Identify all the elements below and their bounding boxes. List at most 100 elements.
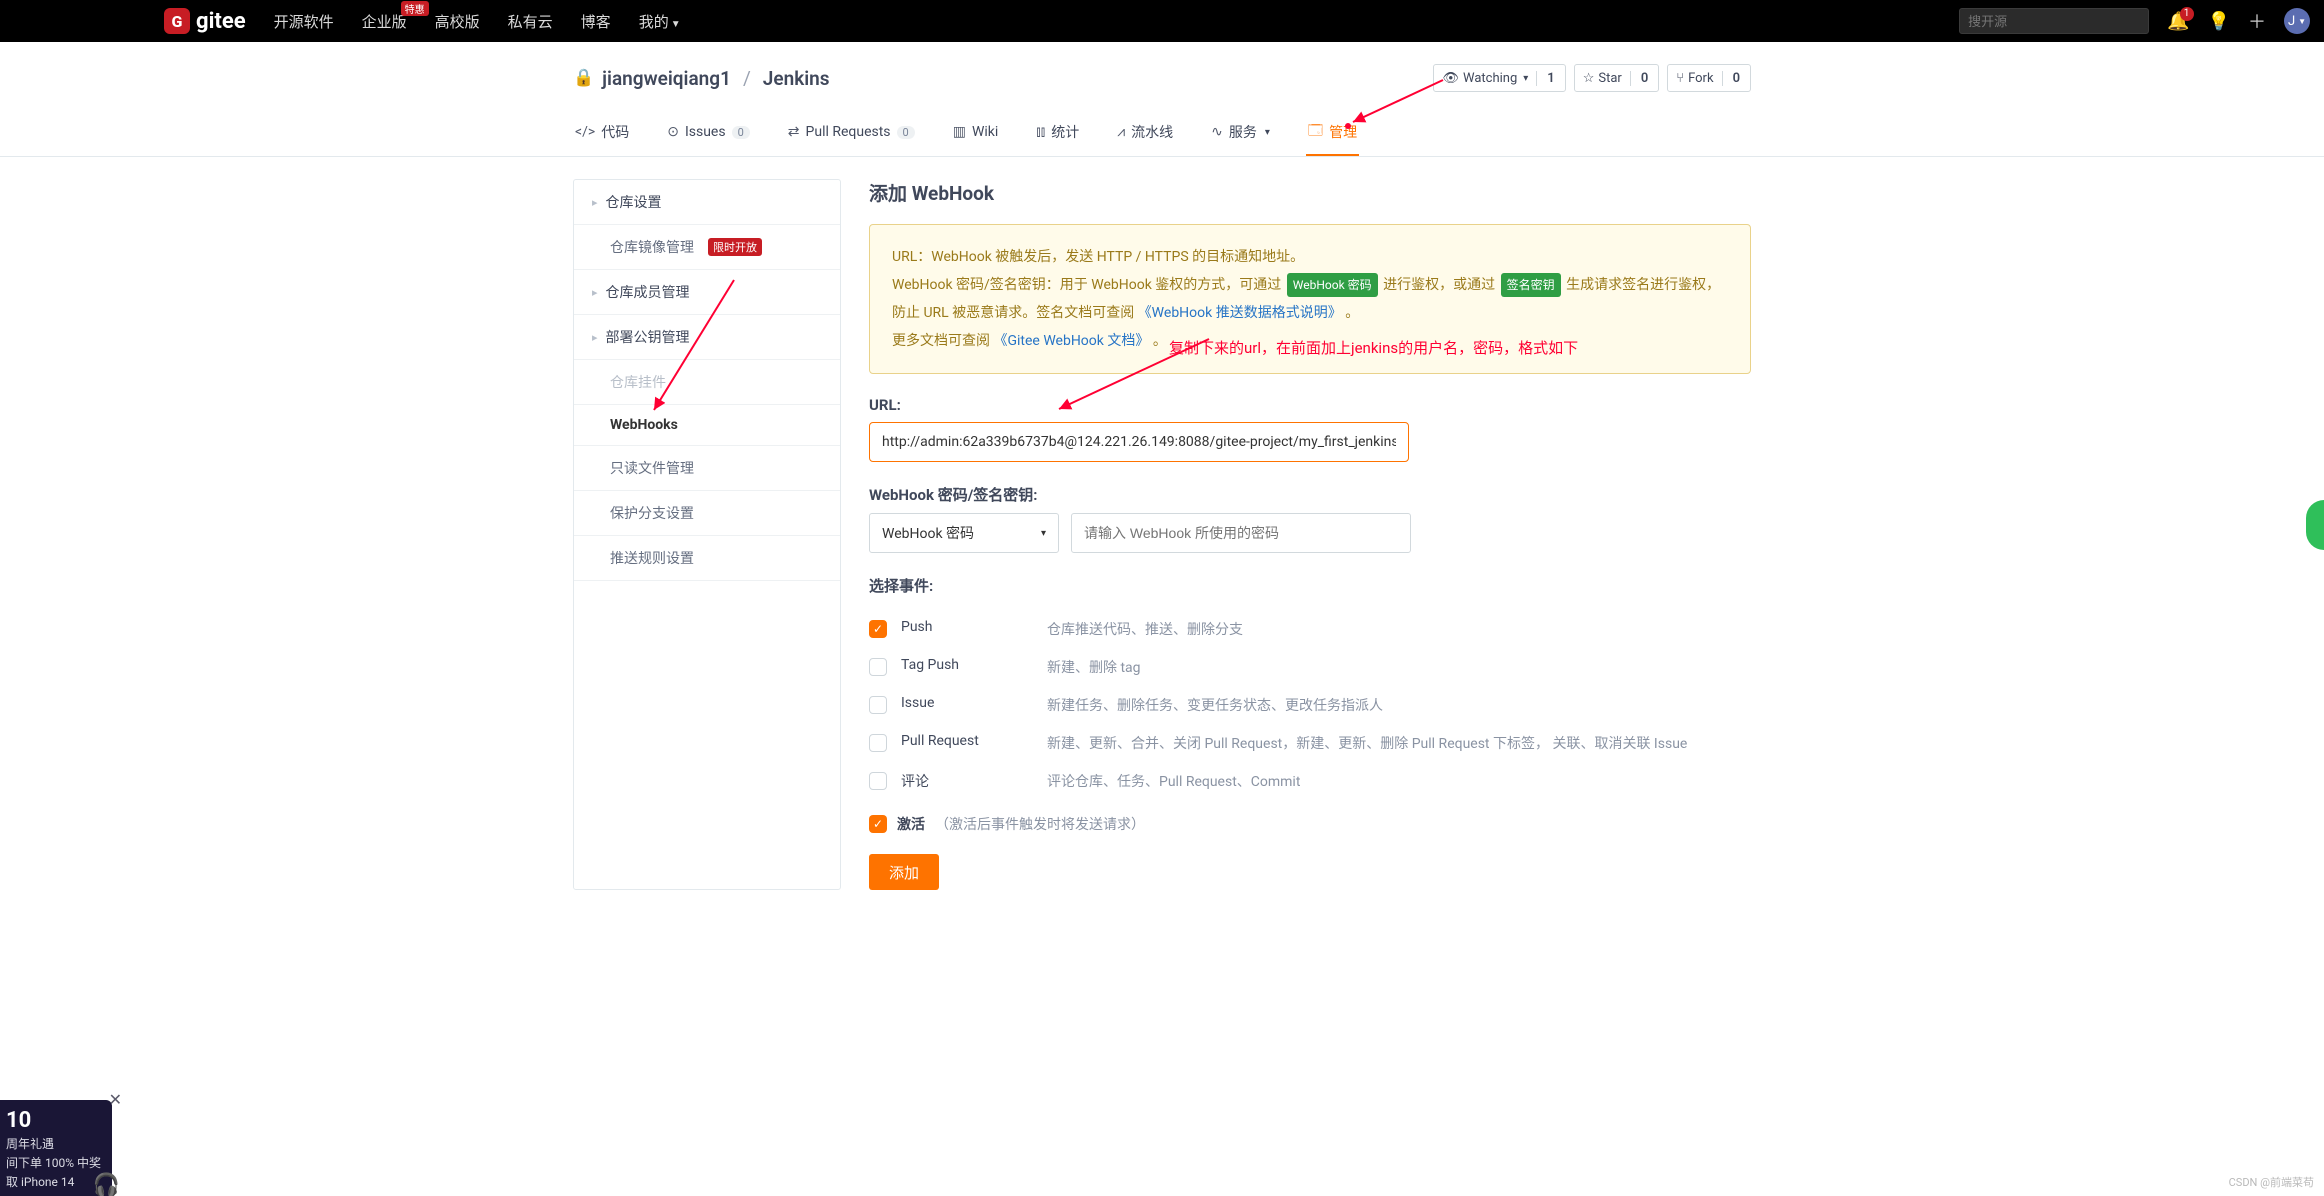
- nav-mine[interactable]: 我的▼: [639, 11, 681, 32]
- submit-button[interactable]: 添加: [869, 854, 939, 890]
- notice-line1: URL：WebHook 被触发后，发送 HTTP / HTTPS 的目标通知地址…: [892, 243, 1728, 271]
- repo-name[interactable]: Jenkins: [763, 67, 830, 90]
- avatar-initial: J: [2288, 14, 2295, 29]
- event-checkbox[interactable]: ✓: [869, 620, 887, 638]
- activate-checkbox[interactable]: ✓: [869, 815, 887, 833]
- activate-row: ✓ 激活 （激活后事件触发时将发送请求）: [869, 814, 1751, 834]
- event-checkbox[interactable]: [869, 772, 887, 790]
- event-checkbox[interactable]: [869, 658, 887, 676]
- pwd-label: WebHook 密码/签名密钥:: [869, 484, 1751, 505]
- sidebar-item-deploykey[interactable]: ▸部署公钥管理: [574, 315, 840, 360]
- lock-icon: 🔒: [573, 68, 594, 88]
- nav-edu[interactable]: 高校版: [435, 11, 480, 32]
- chip-sign-key: 签名密钥: [1501, 273, 1561, 297]
- pr-icon: ⇄: [788, 124, 800, 140]
- topbar: G gitee 开源软件 企业版 特惠 高校版 私有云 博客 我的▼ 🔔1 💡 …: [0, 0, 2324, 42]
- tab-pipeline[interactable]: ⩘ 流水线: [1115, 110, 1175, 156]
- chevron-down-icon: ▾: [1041, 528, 1046, 539]
- watermark: CSDN @前端菜苟: [2229, 1174, 2314, 1190]
- event-desc: 评论仓库、任务、Pull Request、Commit: [1047, 771, 1300, 791]
- search-input[interactable]: [1968, 14, 2140, 29]
- code-icon: </>: [575, 124, 595, 140]
- plus-icon[interactable]: ＋: [2248, 8, 2266, 34]
- pipeline-icon: ⩘: [1117, 124, 1125, 140]
- nav-private[interactable]: 私有云: [508, 11, 553, 32]
- pwd-input[interactable]: [1071, 513, 1411, 553]
- sidebar-pushrule-label: 推送规则设置: [610, 548, 694, 568]
- star-button[interactable]: ☆Star 0: [1574, 64, 1660, 92]
- sidebar-item-plugins[interactable]: 仓库挂件: [574, 360, 840, 405]
- nav-enterprise-tag: 特惠: [401, 1, 429, 16]
- tab-pipeline-label: 流水线: [1131, 122, 1173, 142]
- event-row: Issue新建任务、删除任务、变更任务状态、更改任务指派人: [869, 686, 1751, 724]
- help-bubble[interactable]: [2306, 500, 2324, 550]
- url-value: http://admin:62a339b6737b4@124.221.26.14…: [882, 434, 1396, 450]
- url-input[interactable]: http://admin:62a339b6737b4@124.221.26.14…: [869, 422, 1409, 462]
- sidebar-mirror-label: 仓库镜像管理: [610, 237, 694, 257]
- sidebar-item-readonly[interactable]: 只读文件管理: [574, 446, 840, 491]
- tab-pr[interactable]: ⇄Pull Requests0: [786, 110, 917, 156]
- pwd-select-value: WebHook 密码: [882, 523, 974, 543]
- watch-button[interactable]: 👁Watching▾ 1: [1433, 64, 1565, 92]
- brand-text: gitee: [196, 9, 246, 34]
- activate-hint: （激活后事件触发时将发送请求）: [935, 814, 1145, 834]
- url-label: URL:: [869, 396, 1751, 414]
- chevron-down-icon: ▾: [1265, 127, 1270, 138]
- event-name: 评论: [901, 771, 1033, 791]
- sidebar-item-members[interactable]: ▸仓库成员管理: [574, 270, 840, 315]
- tab-service-label: 服务: [1229, 122, 1257, 142]
- close-icon[interactable]: ✕: [109, 1090, 122, 1109]
- bell-icon[interactable]: 🔔1: [2167, 11, 2189, 32]
- fork-button[interactable]: ⑂Fork 0: [1667, 64, 1751, 92]
- service-icon: ∿: [1211, 124, 1223, 140]
- tab-manage[interactable]: 🗔 管理: [1306, 110, 1359, 156]
- sidebar-item-pushrule[interactable]: 推送规则设置: [574, 536, 840, 581]
- brand[interactable]: G gitee: [164, 8, 246, 34]
- event-desc: 新建、删除 tag: [1047, 657, 1141, 677]
- search-box[interactable]: [1959, 8, 2149, 34]
- events-label: 选择事件:: [869, 575, 1751, 596]
- nav-enterprise[interactable]: 企业版 特惠: [362, 11, 407, 32]
- link-webhook-doc[interactable]: 《Gitee WebHook 文档》: [993, 333, 1149, 349]
- sidebar-protect-label: 保护分支设置: [610, 503, 694, 523]
- event-name: Push: [901, 619, 1033, 635]
- sidebar-item-protect[interactable]: 保护分支设置: [574, 491, 840, 536]
- sidebar-item-settings[interactable]: ▸仓库设置: [574, 180, 840, 225]
- promo-line3: 取 iPhone 14: [6, 1173, 106, 1190]
- nav-blog[interactable]: 博客: [581, 11, 611, 32]
- sidebar-readonly-label: 只读文件管理: [610, 458, 694, 478]
- repo-title: 🔒 jiangweiqiang1 / Jenkins: [573, 67, 830, 90]
- pwd-type-select[interactable]: WebHook 密码 ▾: [869, 513, 1059, 553]
- tab-service[interactable]: ∿ 服务 ▾: [1209, 110, 1272, 156]
- fork-icon: ⑂: [1676, 71, 1684, 86]
- avatar[interactable]: J▼: [2284, 8, 2310, 34]
- page-title: 添加 WebHook: [869, 179, 1751, 206]
- event-checkbox[interactable]: [869, 696, 887, 714]
- sidebar-item-mirror[interactable]: 仓库镜像管理限时开放: [574, 225, 840, 270]
- promo-logo: 10: [6, 1108, 106, 1133]
- sidebar-deploykey-label: 部署公钥管理: [606, 327, 690, 347]
- tab-code[interactable]: </>代码: [573, 110, 631, 156]
- tab-wiki-label: Wiki: [972, 124, 998, 140]
- manage-icon: 🗔: [1308, 120, 1323, 144]
- bulb-icon[interactable]: 💡: [2208, 11, 2230, 32]
- repo-owner[interactable]: jiangweiqiang1: [602, 67, 731, 90]
- link-data-format[interactable]: 《WebHook 推送数据格式说明》: [1138, 305, 1342, 321]
- tab-wiki[interactable]: ▥Wiki: [951, 110, 1001, 156]
- nav-opensource[interactable]: 开源软件: [274, 11, 334, 32]
- promo-popup[interactable]: ✕ 10 周年礼遇 间下单 100% 中奖 取 iPhone 14 🎧: [0, 1100, 112, 1196]
- event-row: Tag Push新建、删除 tag: [869, 648, 1751, 686]
- tab-manage-label: 管理: [1329, 122, 1357, 142]
- nav-mine-label: 我的: [639, 13, 669, 31]
- event-name: Issue: [901, 695, 1033, 711]
- sidebar-webhooks-label: WebHooks: [610, 417, 678, 433]
- event-row: 评论评论仓库、任务、Pull Request、Commit: [869, 762, 1751, 800]
- promo-line1: 周年礼遇: [6, 1135, 106, 1152]
- event-checkbox[interactable]: [869, 734, 887, 752]
- event-desc: 仓库推送代码、推送、删除分支: [1047, 619, 1243, 639]
- event-desc: 新建、更新、合并、关闭 Pull Request，新建、更新、删除 Pull R…: [1047, 733, 1687, 753]
- sidebar-item-webhooks[interactable]: WebHooks: [574, 405, 840, 446]
- tab-stats[interactable]: ⫾⫾统计: [1034, 110, 1081, 156]
- star-count: 0: [1630, 71, 1658, 86]
- tab-issues[interactable]: ⊙Issues0: [665, 110, 752, 156]
